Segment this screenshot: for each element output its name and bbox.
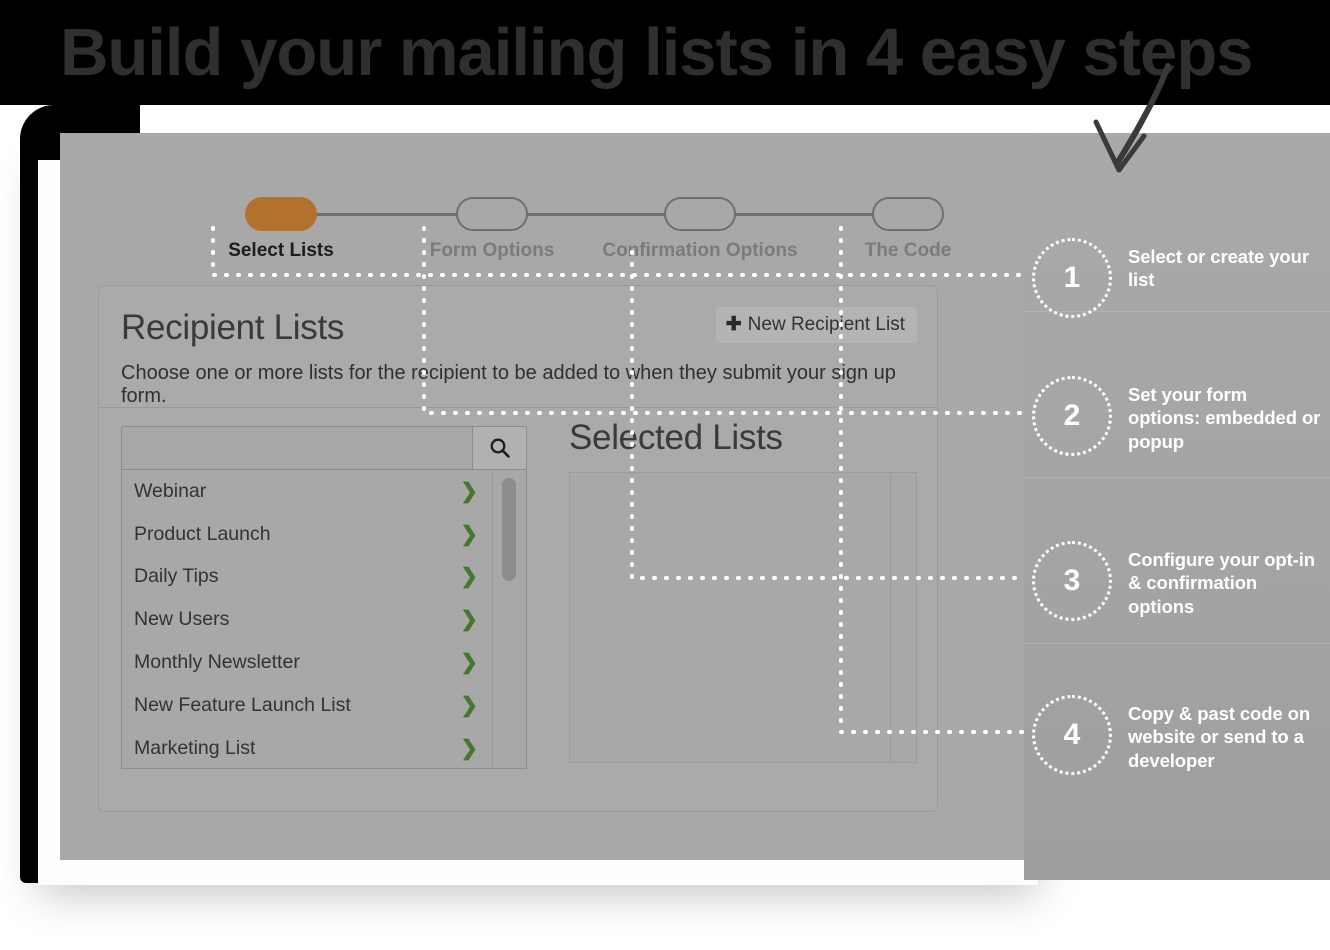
- list-item[interactable]: Product Launch ❯: [122, 513, 526, 556]
- chevron-right-icon[interactable]: ❯: [460, 650, 478, 675]
- step-pill-2: [456, 197, 528, 231]
- list-item[interactable]: New Users ❯: [122, 598, 526, 641]
- step-label-3: Confirmation Options: [602, 240, 798, 261]
- selected-lists-title: Selected Lists: [569, 418, 783, 457]
- list-item-label: Marketing List: [134, 736, 256, 759]
- page-title: Build your mailing lists in 4 easy steps: [60, 15, 1253, 90]
- annotation-number-badge: 4: [1032, 695, 1112, 775]
- annotation-number-badge: 3: [1032, 541, 1112, 621]
- step-form-options[interactable]: [456, 197, 528, 231]
- step-label-2: Form Options: [429, 240, 555, 261]
- new-recipient-list-label: New Recipient List: [747, 313, 905, 335]
- chevron-right-icon[interactable]: ❯: [460, 564, 478, 589]
- chevron-right-icon[interactable]: ❯: [460, 522, 478, 547]
- list-item[interactable]: Monthly Newsletter ❯: [122, 641, 526, 684]
- annotation-text: Configure your opt-in & confirmation opt…: [1128, 549, 1315, 617]
- search-button[interactable]: [472, 426, 527, 470]
- list-item-label: Webinar: [134, 479, 207, 502]
- step-pill-4: [872, 197, 944, 231]
- search-row: [121, 426, 527, 470]
- list-item-label: New Users: [134, 608, 230, 631]
- scrollbar-thumb[interactable]: [502, 478, 516, 581]
- annotation-text: Copy & past code on website or send to a…: [1128, 703, 1311, 771]
- wizard-stepper: Select Lists Form Options Confirmation O…: [190, 163, 980, 273]
- search-icon: [490, 438, 510, 458]
- new-recipient-list-button[interactable]: ✚ New Recipient List: [715, 307, 917, 343]
- step-pill-3: [664, 197, 736, 231]
- annotation-text: Set your form options: embedded or popup: [1128, 384, 1321, 452]
- chevron-right-icon[interactable]: ❯: [460, 693, 478, 718]
- step-label-4: The Code: [864, 240, 952, 261]
- app-screenshot: Select Lists Form Options Confirmation O…: [60, 133, 1024, 860]
- panel-subtitle: Choose one or more lists for the recipie…: [121, 362, 896, 407]
- list-item-label: Product Launch: [134, 522, 271, 545]
- list-item[interactable]: Marketing List ❯: [122, 727, 526, 768]
- available-lists-box[interactable]: Webinar ❯ Product Launch ❯ Daily Tips ❯ New Us…: [121, 469, 527, 769]
- annotation-4: 4 Copy & past code on website or send to…: [1032, 695, 1330, 775]
- plus-icon: ✚: [725, 314, 742, 335]
- available-lists-column: Webinar ❯ Product Launch ❯ Daily Tips ❯ New Us…: [121, 426, 527, 769]
- list-item-label: Monthly Newsletter: [134, 651, 300, 674]
- step-select-lists[interactable]: [245, 197, 317, 231]
- available-lists-items: Webinar ❯ Product Launch ❯ Daily Tips ❯ New Us…: [122, 470, 526, 768]
- available-lists-scrollbar[interactable]: [492, 470, 526, 768]
- annotation-1: 1 Select or create your list: [1032, 238, 1330, 318]
- list-item[interactable]: Daily Tips ❯: [122, 556, 526, 599]
- annotation-number-badge: 2: [1032, 376, 1112, 456]
- list-item[interactable]: Webinar ❯: [122, 470, 526, 513]
- annotations-panel: 1 Select or create your list 2 Set your …: [1024, 133, 1330, 880]
- selected-lists-box[interactable]: [569, 472, 917, 763]
- panel-body: Webinar ❯ Product Launch ❯ Daily Tips ❯ New Us…: [99, 408, 937, 812]
- step-pill-1: [245, 197, 317, 231]
- step-confirmation-options[interactable]: [664, 197, 736, 231]
- selected-lists-column: Selected Lists: [569, 418, 917, 763]
- annotation-2: 2 Set your form options: embedded or pop…: [1032, 376, 1330, 456]
- chevron-right-icon[interactable]: ❯: [460, 736, 478, 761]
- infographic-stage: Build your mailing lists in 4 easy steps…: [0, 0, 1330, 950]
- recipient-lists-panel: Recipient Lists Choose one or more lists…: [98, 285, 938, 812]
- annotation-3: 3 Configure your opt-in & confirmation o…: [1032, 541, 1330, 621]
- panel-title: Recipient Lists: [121, 308, 345, 347]
- step-label-1: Select Lists: [228, 240, 334, 261]
- list-item[interactable]: New Feature Launch List ❯: [122, 684, 526, 727]
- annotation-divider: [1024, 643, 1330, 644]
- stepper-track: [245, 213, 905, 216]
- selected-lists-scrollbar[interactable]: [890, 473, 916, 762]
- list-item-label: Daily Tips: [134, 565, 219, 588]
- panel-header: Recipient Lists Choose one or more lists…: [99, 286, 937, 408]
- headline-band: Build your mailing lists in 4 easy steps: [0, 0, 1330, 105]
- annotation-text: Select or create your list: [1128, 246, 1309, 291]
- chevron-right-icon[interactable]: ❯: [460, 479, 478, 504]
- annotation-divider: [1024, 477, 1330, 478]
- search-input[interactable]: [121, 426, 472, 470]
- step-the-code[interactable]: [872, 197, 944, 231]
- list-item-label: New Feature Launch List: [134, 693, 351, 716]
- chevron-right-icon[interactable]: ❯: [460, 607, 478, 632]
- annotation-number-badge: 1: [1032, 238, 1112, 318]
